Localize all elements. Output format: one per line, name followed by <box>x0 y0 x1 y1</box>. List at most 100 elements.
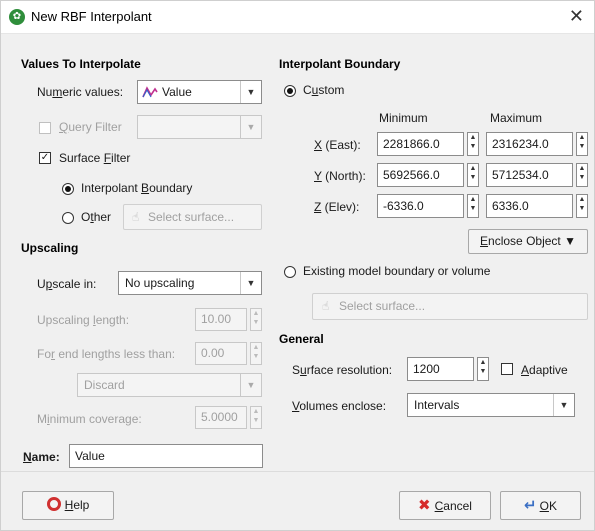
label-text: (North): <box>321 169 366 183</box>
existing-model-label: Existing model boundary or volume <box>303 264 491 278</box>
volumes-enclose-label: Volumes enclose: <box>292 399 386 413</box>
label-text: elp <box>73 498 90 512</box>
label-text: ame: <box>31 450 60 464</box>
maximum-column-header: Maximum <box>490 111 543 125</box>
select-surface-button[interactable]: ☝ Select surface... <box>123 204 262 230</box>
mnemonic: O <box>539 499 549 513</box>
label-text: Nu <box>37 85 53 99</box>
mnemonic: m <box>52 85 63 99</box>
discard-select[interactable]: Discard ▼ <box>77 373 262 397</box>
query-filter-select[interactable]: ▼ <box>137 115 262 139</box>
existing-model-radio[interactable] <box>284 266 296 278</box>
z-max-input[interactable]: 6336.0 <box>486 194 573 218</box>
y-north-label: Y (North): <box>314 169 366 183</box>
chevron-down-icon[interactable]: ▼ <box>240 272 261 294</box>
minimum-coverage-spinner[interactable]: ▲ ▼ <box>250 406 262 429</box>
surface-resolution-label: Surface resolution: <box>292 363 392 377</box>
label-text: stom <box>318 83 345 97</box>
label-text: uery Filter <box>68 120 122 134</box>
minimum-coverage-input[interactable]: 5.0000 <box>195 406 247 429</box>
hand-pointer-icon: ☝ <box>132 210 140 224</box>
label-text: olumes enclose: <box>299 399 387 413</box>
chevron-down-icon[interactable]: ▼ <box>553 394 574 416</box>
close-icon[interactable]: ✕ <box>569 6 584 27</box>
surface-resolution-input[interactable]: 1200 <box>407 357 474 381</box>
label-text: ilter <box>111 151 131 165</box>
select-surface-label: Select surface... <box>339 299 426 313</box>
upscale-in-select[interactable]: No upscaling ▼ <box>118 271 262 295</box>
minimum-coverage-label: Minimum coverage: <box>37 412 142 426</box>
upscale-in-label: Upscale in: <box>37 277 96 291</box>
z-elev-label: Z (Elev): <box>314 200 359 214</box>
numeric-values-label: Numeric values: <box>37 85 123 99</box>
adaptive-checkbox[interactable] <box>501 363 513 375</box>
label-text: Surface <box>59 151 104 165</box>
surface-resolution-spinner[interactable]: ▲ ▼ <box>477 357 489 381</box>
label-text: U <box>37 277 46 291</box>
y-max-input[interactable]: 5712534.0 <box>486 163 573 187</box>
name-input[interactable]: Value <box>69 444 263 468</box>
numeric-values-value: Value <box>162 85 192 99</box>
end-lengths-input[interactable]: 0.00 <box>195 342 247 365</box>
custom-radio[interactable] <box>284 85 296 97</box>
help-lifebuoy-icon <box>46 497 61 511</box>
select-surface-boundary-button[interactable]: ☝ Select surface... <box>312 293 588 320</box>
other-radio[interactable] <box>62 212 74 224</box>
interpolant-boundary-option-label: Interpolant Boundary <box>81 181 192 195</box>
x-min-input[interactable]: 2281866.0 <box>377 132 464 156</box>
minimum-column-header: Minimum <box>379 111 428 125</box>
rbf-interpolant-dialog: ✿ New RBF Interpolant ✕ Values To Interp… <box>0 0 595 531</box>
upscale-in-value: No upscaling <box>125 276 195 290</box>
x-min-spinner[interactable]: ▲ ▼ <box>467 132 479 156</box>
cancel-button[interactable]: ✖ Cancel <box>399 491 491 520</box>
upscaling-length-input[interactable]: 10.00 <box>195 308 247 331</box>
label-text: O <box>81 210 91 224</box>
x-max-spinner[interactable]: ▲ ▼ <box>576 132 588 156</box>
label-text: M <box>37 412 47 426</box>
y-min-input[interactable]: 5692566.0 <box>377 163 464 187</box>
interpolant-boundary-heading: Interpolant Boundary <box>279 57 401 71</box>
label-text: ength: <box>95 313 130 327</box>
z-min-input[interactable]: -6336.0 <box>377 194 464 218</box>
chevron-down-icon: ▼ <box>240 374 261 396</box>
interpolant-boundary-radio[interactable] <box>62 183 74 195</box>
y-min-spinner[interactable]: ▲ ▼ <box>467 163 479 187</box>
discard-value: Discard <box>84 378 125 392</box>
z-min-spinner[interactable]: ▲ ▼ <box>467 194 479 218</box>
upscaling-length-spinner[interactable]: ▲ ▼ <box>250 308 262 331</box>
label-text: ancel <box>443 499 472 513</box>
query-filter-checkbox[interactable] <box>39 122 51 134</box>
chevron-down-icon: ▼ <box>240 116 261 138</box>
end-lengths-spinner[interactable]: ▲ ▼ <box>250 342 262 365</box>
chevron-down-icon[interactable]: ▼ <box>240 81 261 103</box>
upscaling-length-label: Upscaling length: <box>37 313 129 327</box>
footer-divider <box>1 471 594 472</box>
title-bar: ✿ New RBF Interpolant ✕ <box>1 1 594 34</box>
y-max-spinner[interactable]: ▲ ▼ <box>576 163 588 187</box>
volumes-enclose-select[interactable]: Intervals ▼ <box>407 393 575 417</box>
surface-filter-label: Surface Filter <box>59 151 130 165</box>
label-text: scale in: <box>52 277 97 291</box>
mnemonic: C <box>434 499 444 513</box>
z-max-spinner[interactable]: ▲ ▼ <box>576 194 588 218</box>
hand-pointer-icon: ☝ <box>322 299 330 313</box>
mnemonic: A <box>521 363 530 377</box>
mnemonic: N <box>23 450 32 464</box>
x-max-input[interactable]: 2316234.0 <box>486 132 573 156</box>
label-text: her <box>93 210 112 224</box>
mnemonic: X <box>314 138 323 152</box>
label-text: C <box>303 83 312 97</box>
mnemonic: Q <box>59 120 69 134</box>
help-button[interactable]: Help <box>22 491 114 520</box>
surface-filter-checkbox[interactable]: ✓ <box>39 152 51 164</box>
mnemonic: E <box>480 234 489 248</box>
ok-button[interactable]: ↵ OK <box>500 491 581 520</box>
cancel-x-icon: ✖ <box>418 497 431 514</box>
enclose-object-button[interactable]: Enclose Object ▼ <box>468 229 588 254</box>
mnemonic: Y <box>314 169 322 183</box>
numeric-values-select[interactable]: Value ▼ <box>137 80 262 104</box>
query-filter-label: Query Filter <box>59 120 122 134</box>
custom-label: Custom <box>303 83 344 97</box>
mnemonic: B <box>141 181 150 195</box>
label-text: Interpolant <box>81 181 142 195</box>
